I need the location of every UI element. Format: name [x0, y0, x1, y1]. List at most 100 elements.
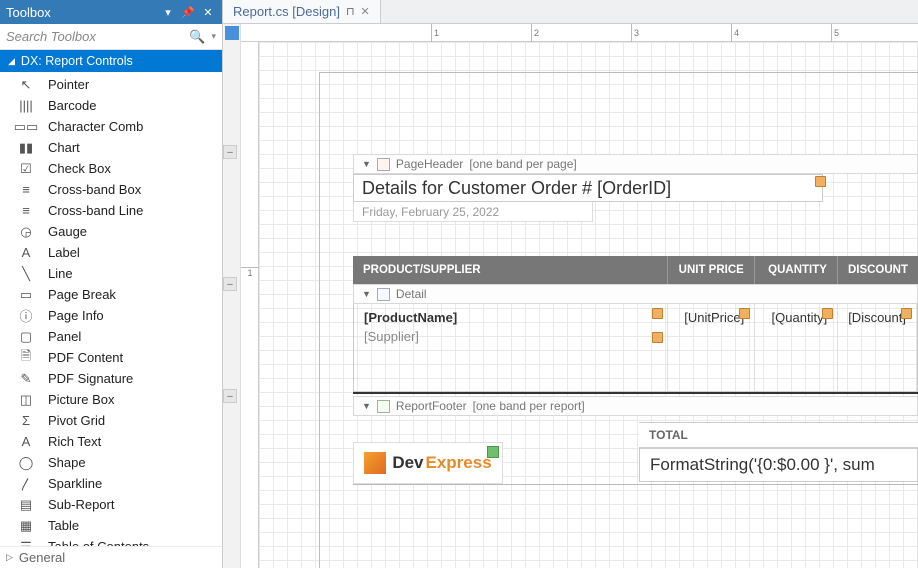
band-collapse-detail[interactable]: – [223, 277, 237, 291]
header-title-label[interactable]: Details for Customer Order # [OrderID] [353, 174, 823, 202]
footer-format-expression[interactable]: FormatString('{0:$0.00 }', sum [639, 448, 918, 482]
toolbox-item-page-info[interactable]: ⓘPage Info [0, 305, 222, 326]
toolbox-item-label: Chart [48, 140, 214, 155]
toolbox-item-chart[interactable]: ▮▮Chart [0, 137, 222, 158]
footer-total-label[interactable]: TOTAL [639, 422, 918, 448]
sub-report-icon: ▤ [18, 497, 34, 513]
toolbox-item-barcode[interactable]: |||| Barcode [0, 95, 222, 116]
devexpress-logo-icon [364, 452, 386, 474]
label-icon: A [18, 245, 34, 261]
smart-tag-icon[interactable] [652, 308, 663, 319]
band-pageheader-bar[interactable]: ▼ PageHeader [one band per page] [353, 154, 918, 174]
detail-unitprice-cell[interactable]: [UnitPrice] [668, 304, 755, 391]
band-icon [377, 158, 390, 171]
toolbox-item-char-comb[interactable]: ▭▭Character Comb [0, 116, 222, 137]
tab-pin-icon[interactable]: ⊓ [346, 5, 355, 18]
toolbox-item-crossband-line[interactable]: ≡Cross-band Line [0, 200, 222, 221]
sparkline-icon: 〳 [18, 476, 34, 492]
pivot-grid-icon: Σ [18, 413, 34, 429]
toolbox-footer[interactable]: ▷ General [0, 546, 222, 568]
origin-marker [225, 26, 239, 40]
toolbox-item-label: Picture Box [48, 392, 214, 407]
barcode-icon: |||| [18, 98, 34, 114]
toolbox-header: Toolbox ▾ 📌 ✕ [0, 0, 222, 24]
toolbox-item-label: Character Comb [48, 119, 214, 134]
table-icon: ▦ [18, 518, 34, 534]
toolbox-item-pdf-content[interactable]: 🗎PDF Content [0, 347, 222, 368]
smart-tag-icon[interactable] [652, 332, 663, 343]
toolbox-item-label: Pivot Grid [48, 413, 214, 428]
header-date-label[interactable]: Friday, February 25, 2022 [353, 202, 593, 222]
th-discount: DISCOUNT [838, 256, 918, 284]
toolbox-search-row: 🔍 ▾ [0, 24, 222, 50]
toolbox-item-pointer[interactable]: ↖Pointer [0, 74, 222, 95]
ruler-mark-5: 5 [831, 24, 839, 42]
toolbox-item-table[interactable]: ▦Table [0, 515, 222, 536]
close-icon[interactable]: ✕ [200, 4, 216, 20]
toolbox-item-panel[interactable]: ▢Panel [0, 326, 222, 347]
band-icon [377, 288, 390, 301]
toolbox-item-label: Page Break [48, 287, 214, 302]
detail-product-cell[interactable]: [ProductName] [Supplier] [354, 304, 668, 391]
detail-border-bottom [353, 392, 918, 394]
toolbox-item-gauge[interactable]: ◶Gauge [0, 221, 222, 242]
clear-icon[interactable]: ▾ [211, 31, 216, 42]
footer-logo-picturebox[interactable]: DevExpress [353, 442, 503, 484]
toolbox-item-page-break[interactable]: ▭Page Break [0, 284, 222, 305]
toolbox-item-label: Cross-band Line [48, 203, 214, 218]
smart-tag-icon[interactable] [739, 308, 750, 319]
toolbox-item-rich-text[interactable]: ARich Text [0, 431, 222, 452]
toolbox-item-shape[interactable]: ◯Shape [0, 452, 222, 473]
smart-tag-icon[interactable] [815, 176, 826, 187]
toolbox-item-label[interactable]: ALabel [0, 242, 222, 263]
toolbox-menu-icon[interactable]: ▾ [160, 4, 176, 20]
smart-tag-icon[interactable] [822, 308, 833, 319]
pin-icon[interactable]: 📌 [180, 4, 196, 20]
rich-text-icon: A [18, 434, 34, 450]
toolbox-item-sub-report[interactable]: ▤Sub-Report [0, 494, 222, 515]
toolbox-section-header[interactable]: ◢ DX: Report Controls [0, 50, 222, 72]
toolbox-item-crossband-box[interactable]: ≡ Cross-band Box [0, 179, 222, 200]
band-collapse-footer[interactable]: – [223, 389, 237, 403]
design-surface[interactable]: ▼ PageHeader [one band per page] Details… [259, 42, 918, 568]
toolbox-item-pivot-grid[interactable]: Σ Pivot Grid [0, 410, 222, 431]
chevron-down-icon: ▼ [362, 289, 371, 299]
toolbox-item-checkbox[interactable]: ☑Check Box [0, 158, 222, 179]
pdf-content-icon: 🗎 [18, 350, 34, 366]
search-icon[interactable]: 🔍 [189, 29, 205, 45]
toolbox-item-label: Barcode [48, 98, 214, 113]
th-product: PRODUCT/SUPPLIER [353, 256, 668, 284]
tab-close-icon[interactable]: ✕ [361, 5, 370, 18]
smart-tag-icon[interactable] [901, 308, 912, 319]
toolbox-item-line[interactable]: ╲Line [0, 263, 222, 284]
toolbox-item-picture-box[interactable]: ◫Picture Box [0, 389, 222, 410]
band-gutter: – – – [223, 24, 241, 568]
detail-row[interactable]: [ProductName] [Supplier] [UnitPrice] [Qu… [353, 304, 918, 392]
checkbox-icon: ☑ [18, 161, 34, 177]
ruler-vertical: 1 [241, 42, 259, 568]
band-name: Detail [396, 287, 427, 301]
band-footer-bar[interactable]: ▼ ReportFooter [one band per report] [353, 396, 918, 416]
toolbox-item-toc[interactable]: ☰Table of Contents [0, 536, 222, 546]
table-header-row[interactable]: PRODUCT/SUPPLIER UNIT PRICE QUANTITY DIS… [353, 256, 918, 284]
ruler-mark-4: 4 [731, 24, 739, 42]
band-name: PageHeader [396, 157, 463, 171]
toolbox-search-input[interactable] [6, 29, 183, 44]
footer-label: General [19, 550, 65, 565]
tab-report-design[interactable]: Report.cs [Design] ⊓ ✕ [223, 0, 381, 23]
canvas-wrap: – – – 1 2 3 4 5 1 [223, 24, 918, 568]
ruler-mark-3: 3 [631, 24, 639, 42]
toc-icon: ☰ [18, 539, 34, 547]
ruler-horizontal: 1 2 3 4 5 [241, 24, 918, 42]
toolbox-item-label: Cross-band Box [48, 182, 214, 197]
toolbox-item-sparkline[interactable]: 〳Sparkline [0, 473, 222, 494]
line-icon: ╲ [18, 266, 34, 282]
quantity-field: [Quantity] [765, 310, 827, 325]
band-detail-bar[interactable]: ▼ Detail [353, 284, 918, 304]
chevron-down-icon: ▼ [362, 159, 371, 169]
crossband-box-icon: ≡ [18, 182, 34, 198]
band-collapse-pageheader[interactable]: – [223, 145, 237, 159]
detail-discount-cell[interactable]: [Discount] [838, 304, 917, 391]
toolbox-item-pdf-signature[interactable]: ✎PDF Signature [0, 368, 222, 389]
detail-quantity-cell[interactable]: [Quantity] [755, 304, 838, 391]
